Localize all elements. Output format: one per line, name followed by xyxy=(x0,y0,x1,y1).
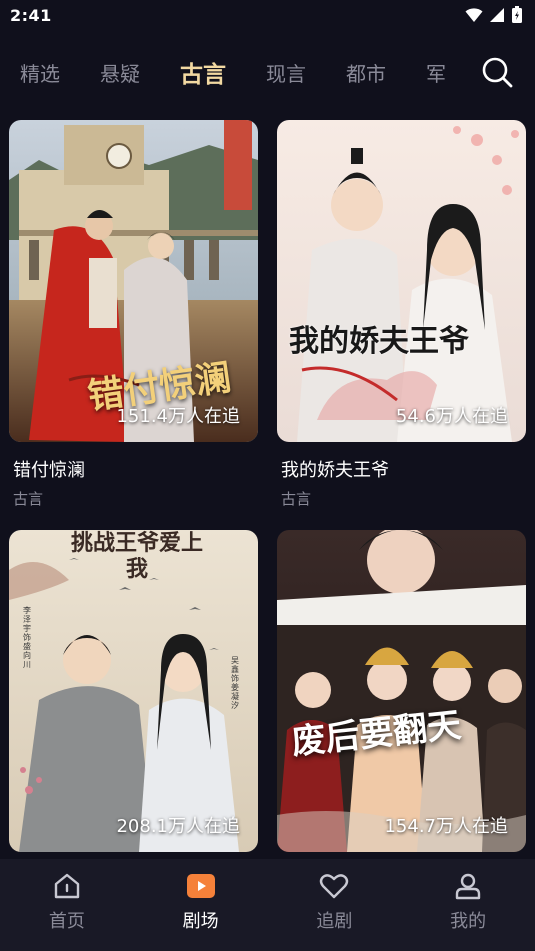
profile-icon xyxy=(453,871,483,901)
follower-count: 151.4万人在追 xyxy=(116,406,240,427)
drama-card[interactable]: 错付惊澜 151.4万人在追 错付惊澜 古言 xyxy=(9,120,258,509)
drama-poster[interactable]: 废后要翻天 154.7万人在追 xyxy=(277,530,526,852)
cell-signal-icon xyxy=(490,8,504,22)
follower-count: 54.6万人在追 xyxy=(395,406,508,427)
drama-title[interactable]: 错付惊澜 xyxy=(9,456,258,482)
drama-card[interactable]: 废后要翻天 154.7万人在追 xyxy=(277,530,526,852)
tab-featured[interactable]: 精选 xyxy=(20,58,60,87)
wifi-icon xyxy=(465,8,483,22)
search-icon xyxy=(482,57,513,88)
status-bar: 2:41 xyxy=(0,0,535,30)
poster-image xyxy=(277,530,526,852)
follower-count: 154.7万人在追 xyxy=(384,816,508,837)
category-tabs: 精选 悬疑 古言 现言 都市 军 xyxy=(0,44,535,100)
drama-card[interactable]: 挑战王爷爱上我 李泽宇 饰 盛向川 吴鑫 饰 姜凝汐 208.1万人在追 xyxy=(9,530,258,852)
drama-poster[interactable]: 挑战王爷爱上我 李泽宇 饰 盛向川 吴鑫 饰 姜凝汐 208.1万人在追 xyxy=(9,530,258,852)
poster-image xyxy=(277,120,526,442)
poster-credit-right: 吴鑫 饰 姜凝汐 xyxy=(231,656,239,710)
drama-title[interactable]: 我的娇夫王爷 xyxy=(277,456,526,482)
tab-urban[interactable]: 都市 xyxy=(346,58,386,87)
status-icons xyxy=(465,6,523,24)
poster-art-title: 挑战王爷爱上我 xyxy=(70,530,203,582)
tab-modern-romance[interactable]: 现言 xyxy=(266,58,306,87)
status-time: 2:41 xyxy=(10,5,52,25)
poster-art-title: 我的娇夫王爷 xyxy=(289,324,469,359)
tab-ancient-romance[interactable]: 古言 xyxy=(180,55,226,89)
drama-genre: 古言 xyxy=(281,490,312,508)
follower-count: 208.1万人在追 xyxy=(116,816,240,837)
nav-label: 剧场 xyxy=(182,911,219,932)
nav-profile[interactable]: 我的 xyxy=(401,859,535,951)
drama-card[interactable]: 我的娇夫王爷 54.6万人在追 我的娇夫王爷 古言 xyxy=(277,120,526,509)
tab-military[interactable]: 军 xyxy=(426,58,445,87)
theater-play-icon xyxy=(186,871,216,901)
nav-label: 首页 xyxy=(48,911,85,932)
poster-credit-left: 李泽宇 饰 盛向川 xyxy=(23,606,31,669)
drama-poster[interactable]: 我的娇夫王爷 54.6万人在追 xyxy=(277,120,526,442)
heart-icon xyxy=(319,871,349,901)
search-button[interactable] xyxy=(481,56,513,88)
nav-theater[interactable]: 剧场 xyxy=(134,859,268,951)
battery-icon xyxy=(512,6,522,23)
nav-home[interactable]: 首页 xyxy=(0,859,134,951)
drama-genre: 古言 xyxy=(13,490,44,508)
home-icon xyxy=(52,871,82,901)
tab-suspense[interactable]: 悬疑 xyxy=(100,58,140,87)
bottom-nav: 首页 剧场 追剧 我的 xyxy=(0,859,535,951)
drama-poster[interactable]: 错付惊澜 151.4万人在追 xyxy=(9,120,258,442)
tab-list: 精选 悬疑 古言 现言 都市 军 xyxy=(0,55,445,89)
nav-label: 我的 xyxy=(450,911,487,932)
nav-following[interactable]: 追剧 xyxy=(268,859,402,951)
nav-label: 追剧 xyxy=(316,911,353,932)
